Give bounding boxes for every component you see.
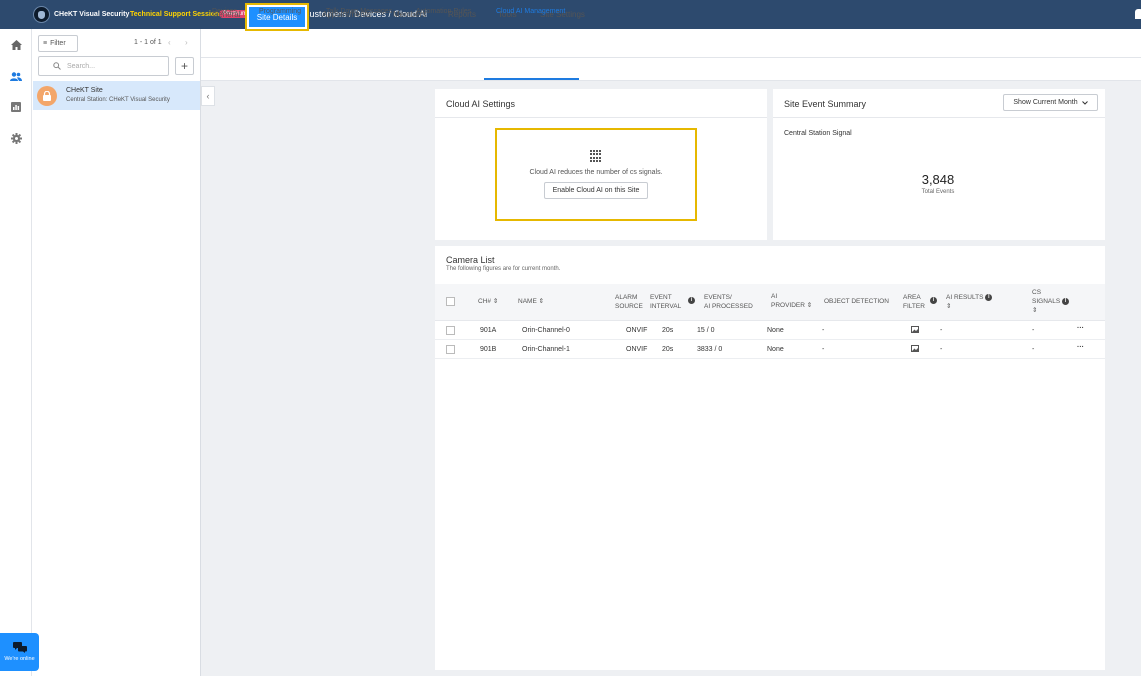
site-event-summary-card: Site Event Summary: [773, 89, 1105, 240]
chat-status-label: We're online: [4, 656, 35, 662]
table-row[interactable]: 901A Orin-Channel-0 ONVIF 20s 15 / 0 Non…: [435, 321, 1105, 340]
header-event-interval: EVENT INTERVAL: [650, 294, 682, 310]
settings-gear-icon[interactable]: [10, 132, 22, 144]
subtab-programming[interactable]: Programming: [259, 8, 301, 15]
header-alarm-source: ALARM SOURCE: [615, 294, 643, 310]
cell-events: 3833 / 0: [697, 346, 723, 353]
row-more-icon[interactable]: ···: [1077, 344, 1084, 351]
header-ch[interactable]: CH# ⇕: [478, 297, 498, 306]
cell-name: Orin-Channel-0: [522, 327, 570, 334]
table-row[interactable]: 901B Orin-Channel-1 ONVIF 20s 3833 / 0 N…: [435, 340, 1105, 359]
reports-icon[interactable]: [10, 101, 22, 113]
subtab-devices[interactable]: Devices: [212, 8, 237, 15]
event-interval-info-icon[interactable]: i: [688, 297, 695, 304]
cell-object-detection: -: [822, 346, 825, 353]
lock-icon: [37, 86, 57, 106]
ai-grid-icon: [590, 150, 602, 162]
cloud-ai-enable-panel: Cloud AI reduces the number of cs signal…: [495, 128, 697, 221]
area-filter-image-icon[interactable]: [911, 345, 919, 354]
header-area-filter: AREA FILTER: [903, 294, 925, 310]
row-more-icon[interactable]: ···: [1077, 325, 1084, 332]
row-checkbox[interactable]: [446, 345, 455, 354]
cell-cs-signals: -: [1032, 327, 1035, 334]
area-filter-info-icon[interactable]: i: [930, 297, 937, 304]
cell-provider: None: [767, 346, 784, 353]
search-icon: [53, 62, 61, 70]
cell-ai-results: -: [940, 346, 943, 353]
header-ai-provider[interactable]: AI PROVIDER ⇕: [771, 292, 812, 310]
nav-rail: [0, 29, 32, 676]
sub-tabs: [201, 58, 1141, 81]
cell-ch: 901B: [480, 346, 497, 353]
total-events-label: Total Events: [921, 189, 955, 195]
total-events-value: 3,848: [921, 172, 955, 187]
session-label: Technical Support Session: [130, 11, 220, 18]
cell-ch: 901A: [480, 327, 497, 334]
chekt-logo-icon[interactable]: [33, 6, 50, 23]
cell-alarm-source: ONVIF: [626, 327, 648, 334]
users-icon[interactable]: [10, 70, 22, 82]
period-select-value: Show Current Month: [1013, 99, 1078, 106]
filter-label: Filter: [50, 40, 66, 47]
cell-cs-signals: -: [1032, 346, 1035, 353]
brand-name: CHeKT Visual Security: [54, 11, 130, 18]
enable-cloud-ai-button[interactable]: Enable Cloud AI on this Site: [543, 182, 649, 199]
header-cs-signals[interactable]: CS SIGNALS i ⇕: [1032, 288, 1069, 315]
row-checkbox[interactable]: [446, 326, 455, 335]
active-subtab-indicator: [484, 78, 579, 80]
search-input[interactable]: Search...: [38, 56, 169, 76]
header-ai-results[interactable]: AI RESULTS i ⇕: [946, 293, 993, 311]
main-tabs: [201, 29, 1141, 58]
header-events-ai-processed: EVENTS/AI PROCESSED: [704, 294, 753, 310]
header-object-detection: OBJECT DETECTION: [824, 298, 889, 305]
chat-widget-button[interactable]: We're online: [0, 633, 39, 671]
site-list-panel: [32, 29, 201, 676]
prev-page-icon[interactable]: ‹: [168, 38, 171, 47]
cell-interval: 20s: [662, 327, 674, 334]
site-event-summary-title: Site Event Summary: [784, 99, 867, 109]
camera-list-subtitle: The following figures are for current mo…: [446, 266, 561, 272]
cell-ai-results: -: [940, 327, 943, 334]
cloud-ai-description: Cloud AI reduces the number of cs signal…: [529, 169, 663, 176]
search-placeholder: Search...: [67, 62, 96, 70]
add-site-button[interactable]: +: [175, 57, 194, 75]
site-central-station: Central Station: CHeKT Visual Security: [66, 97, 170, 103]
user-icon[interactable]: [1135, 9, 1141, 19]
cell-provider: None: [767, 327, 784, 334]
site-list-item[interactable]: CHeKT Site Central Station: CHeKT Visual…: [33, 81, 200, 110]
cell-object-detection: -: [822, 327, 825, 334]
camera-list-title: Camera List: [446, 255, 495, 265]
pagination-label: 1 - 1 of 1: [134, 39, 162, 46]
home-icon[interactable]: [10, 39, 22, 51]
header-name[interactable]: NAME ⇕: [518, 297, 544, 306]
central-station-signal-label: Central Station Signal: [784, 130, 852, 137]
period-select[interactable]: Show Current Month: [1003, 94, 1098, 111]
camera-table-header: CH# ⇕ NAME ⇕ ALARM SOURCE EVENT INTERVAL i…: [435, 284, 1105, 321]
cell-alarm-source: ONVIF: [626, 346, 648, 353]
subtab-talk-down-messages[interactable]: Talk Down Messages: [326, 8, 392, 15]
area-filter-image-icon[interactable]: [911, 326, 919, 335]
subtab-automation-rules[interactable]: Automation Rules: [416, 8, 471, 15]
filter-icon: ≡: [43, 40, 48, 47]
cell-name: Orin-Channel-1: [522, 346, 570, 353]
cell-interval: 20s: [662, 346, 674, 353]
select-all-checkbox[interactable]: [446, 297, 455, 306]
chat-bubbles-icon: [12, 642, 27, 653]
cell-events: 15 / 0: [697, 327, 715, 334]
next-page-icon[interactable]: ›: [185, 38, 188, 47]
collapse-panel-button[interactable]: ‹: [201, 86, 215, 106]
chevron-down-icon: [1081, 100, 1088, 105]
subtab-cloud-ai-management[interactable]: Cloud AI Management: [496, 8, 565, 15]
cloud-ai-settings-title: Cloud AI Settings: [446, 99, 516, 109]
card-header: Cloud AI Settings: [435, 89, 767, 118]
filter-button[interactable]: ≡ Filter: [38, 35, 78, 52]
site-name: CHeKT Site: [66, 87, 103, 94]
